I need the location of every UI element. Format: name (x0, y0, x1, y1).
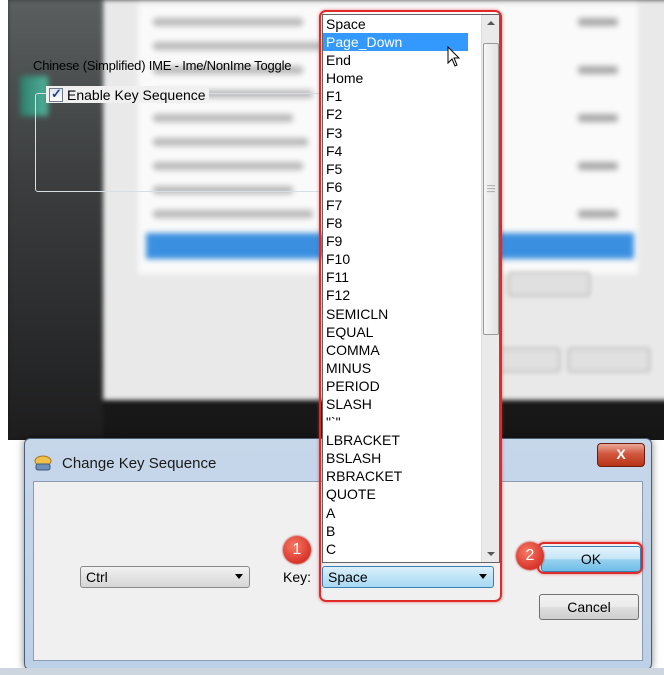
enable-key-sequence-checkbox[interactable]: ✓ Enable Key Sequence (46, 86, 209, 103)
modifier-value: Ctrl (86, 569, 108, 585)
step-2-badge: 2 (516, 542, 544, 570)
background-button (568, 348, 650, 372)
chevron-down-icon (235, 574, 243, 579)
annotation-highlight-ok-button (537, 542, 643, 574)
checkbox-box[interactable]: ✓ (49, 85, 63, 102)
checkmark-icon: ✓ (51, 85, 62, 101)
keyboard-app-icon (34, 455, 52, 471)
mouse-pointer-icon (447, 46, 461, 67)
key-label: Key: (283, 569, 312, 585)
background-row (578, 162, 618, 170)
hotkey-description: Chinese (Simplified) IME - Ime/NonIme To… (33, 58, 292, 73)
background-row (153, 42, 323, 50)
background-button (508, 272, 590, 296)
close-button[interactable]: X (597, 443, 645, 467)
annotation-highlight-key-list (319, 10, 502, 602)
background-row (153, 18, 303, 26)
dialog-title: Change Key Sequence (62, 455, 217, 472)
step-1-badge: 1 (283, 536, 311, 564)
background-row (153, 210, 313, 218)
background-row (578, 114, 618, 122)
cancel-button[interactable]: Cancel (539, 594, 639, 620)
checkbox-label: Enable Key Sequence (67, 86, 206, 103)
background-row (578, 66, 618, 74)
modifier-select[interactable]: Ctrl (80, 566, 250, 588)
bottom-border (0, 668, 664, 675)
background-row (578, 210, 618, 218)
background-row (578, 18, 618, 26)
